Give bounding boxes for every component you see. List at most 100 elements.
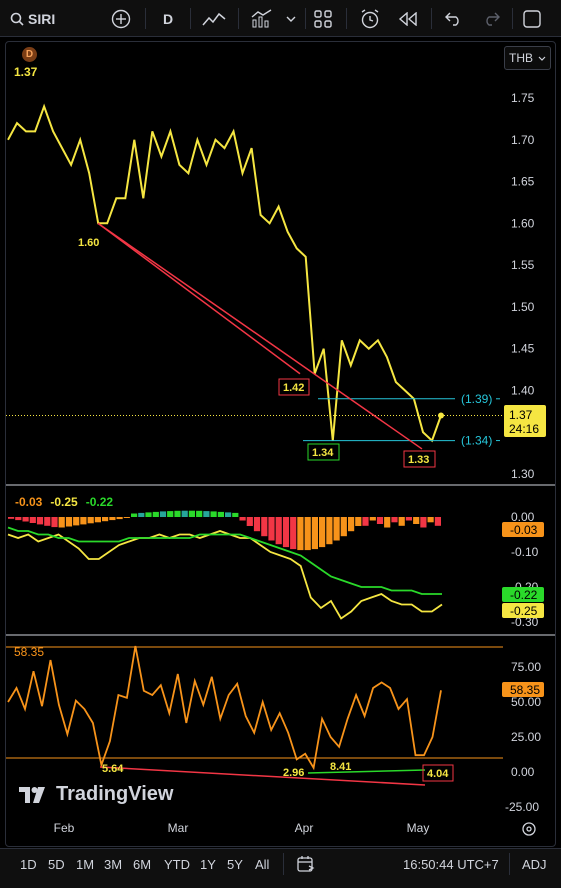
price-axis-label: 1.37 (509, 408, 533, 422)
currency-selector[interactable]: THB (504, 46, 551, 70)
range-5d[interactable]: 5D (48, 849, 65, 879)
price-axis-tick: 1.40 (511, 383, 535, 397)
macd-axis-label: -0.25 (510, 604, 538, 618)
range-ytd[interactable]: YTD (164, 849, 190, 879)
date-range-button[interactable] (296, 849, 316, 879)
time-axis-tick: Feb (54, 821, 75, 835)
macd-histogram-bar (203, 511, 210, 517)
macd-histogram-bar (232, 512, 239, 517)
macd-histogram-bar (427, 517, 434, 523)
price-axis-countdown: 24:16 (509, 422, 539, 436)
macd-histogram-bar (51, 517, 58, 528)
macd-histogram-bar (413, 517, 420, 524)
macd-histogram-bar (181, 510, 188, 517)
rsi-top-label: 58.35 (14, 645, 45, 659)
range-5y[interactable]: 5Y (227, 849, 243, 879)
macd-histogram-bar (159, 511, 167, 517)
rsi-axis-tick: -25.00 (505, 800, 539, 814)
price-annotation: 1.42 (283, 382, 304, 394)
rsi-annotation: 5.64 (102, 763, 124, 775)
time-axis-tick: May (407, 821, 430, 835)
range-6m[interactable]: 6M (133, 849, 151, 879)
macd-histogram-bar (58, 517, 65, 528)
macd-histogram-bar (44, 517, 51, 526)
range-all[interactable]: All (255, 849, 269, 879)
price-axis-tick: 1.45 (511, 342, 535, 356)
macd-histogram-bar (297, 517, 304, 551)
macd-histogram-bar (36, 517, 44, 525)
trend-line (97, 222, 423, 450)
price-annotation: 1.33 (408, 454, 429, 466)
rsi-line (7, 645, 442, 771)
macd-signal-value: -0.22 (85, 495, 114, 509)
macd-histogram-bar (275, 517, 282, 545)
macd-line-value: -0.25 (50, 495, 78, 509)
macd-histogram-bar (210, 511, 217, 517)
price-axis-tick: 1.55 (511, 258, 535, 272)
time-axis-tick: Mar (168, 821, 189, 835)
macd-histogram-bar (362, 517, 369, 526)
macd-histogram-bar (65, 517, 73, 527)
macd-histogram-bar (434, 517, 441, 526)
rsi-axis-tick: 25.00 (511, 730, 541, 744)
macd-histogram-bar (420, 517, 427, 528)
macd-histogram-bar (376, 517, 384, 524)
range-1d[interactable]: 1D (20, 849, 37, 879)
price-axis-tick: 1.60 (511, 216, 535, 230)
calendar-range-icon (297, 856, 315, 872)
rsi-axis-label: 58.35 (510, 683, 540, 697)
macd-histogram-bar (174, 510, 181, 517)
chevron-down-icon (538, 56, 546, 61)
interval-badge: D (22, 47, 37, 62)
macd-histogram-bar (333, 517, 340, 541)
macd-histogram-bar (188, 510, 195, 517)
tradingview-logo[interactable]: TradingView (18, 783, 173, 806)
clock-timezone[interactable]: 16:50:44 UTC+7 (403, 849, 499, 879)
macd-histogram-bar (239, 517, 246, 521)
macd-histogram-bar (391, 517, 398, 523)
range-1m[interactable]: 1M (76, 849, 94, 879)
rsi-annotation: 4.04 (427, 768, 449, 780)
macd-histogram-bar (167, 511, 174, 517)
macd-signal-line (7, 526, 442, 595)
rsi-annotation: 2.96 (283, 767, 304, 779)
macd-histogram-bar (196, 510, 203, 517)
level-label: (1.34) (461, 434, 492, 448)
macd-histogram-bar (304, 517, 311, 551)
macd-histogram-bar (145, 512, 152, 517)
range-1y[interactable]: 1Y (200, 849, 216, 879)
macd-histogram-bar (282, 517, 290, 548)
adjust-toggle[interactable]: ADJ (522, 849, 547, 879)
macd-histogram-bar (268, 517, 275, 541)
bottom-bar: 1D 5D 1M 3M 6M YTD 1Y 5Y All 16:50:44 UT… (0, 848, 561, 888)
macd-hist-value: -0.03 (15, 495, 43, 509)
macd-axis-label: -0.22 (510, 588, 538, 602)
rsi-divergence-line (307, 769, 426, 774)
gear-icon (522, 822, 536, 836)
macd-histogram-bar (311, 517, 318, 550)
price-axis-tick: 1.50 (511, 300, 535, 314)
tradingview-icon (19, 786, 45, 803)
range-3m[interactable]: 3M (104, 849, 122, 879)
legend-last-value: 1.37 (14, 65, 38, 79)
rsi-axis-tick: 50.00 (511, 695, 541, 709)
macd-histogram-bar (138, 512, 145, 517)
macd-histogram-bar (319, 517, 326, 548)
macd-histogram-bar (131, 513, 138, 517)
macd-histogram-bar (152, 511, 159, 517)
macd-histogram-bar (355, 517, 362, 526)
time-axis-tick: Apr (295, 821, 314, 835)
price-line (7, 103, 442, 443)
macd-histogram-bar (109, 517, 116, 521)
macd-axis-tick: 0.00 (511, 510, 535, 524)
rsi-axis-tick: 0.00 (511, 765, 535, 779)
macd-histogram-bar (348, 517, 355, 532)
macd-histogram-bar (369, 517, 376, 521)
price-axis-tick: 1.65 (511, 175, 535, 189)
macd-histogram-bar (225, 512, 232, 517)
rsi-axis-tick: 75.00 (511, 660, 541, 674)
macd-axis-label: -0.03 (510, 523, 538, 537)
trend-line (97, 222, 301, 375)
macd-histogram-bar (8, 517, 15, 519)
price-annotation: 1.34 (312, 447, 334, 459)
